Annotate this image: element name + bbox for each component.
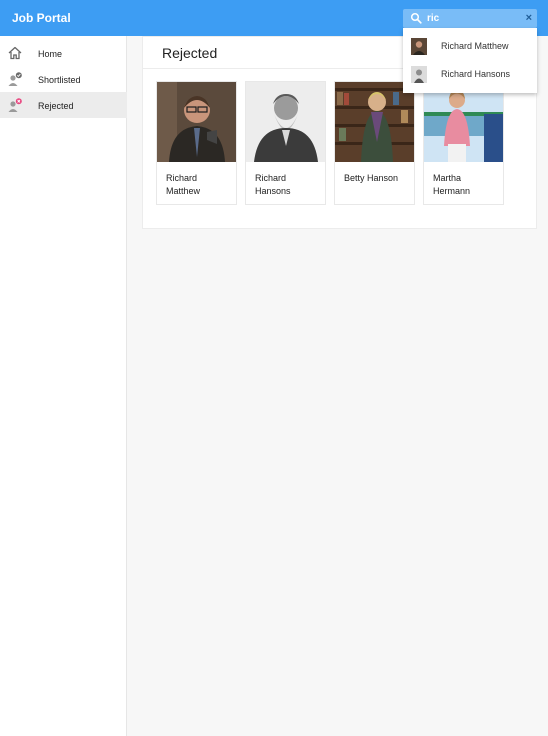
sidebar-item-label: Shortlisted	[38, 75, 81, 85]
suggestion-item[interactable]: Richard Hansons	[403, 59, 537, 87]
sidebar-item-rejected[interactable]: Rejected	[0, 92, 127, 118]
candidate-photo	[424, 82, 503, 162]
candidate-photo	[157, 82, 236, 162]
person-reject-icon	[8, 98, 22, 112]
candidate-card[interactable]: Martha Hermann	[423, 81, 504, 205]
person-check-icon	[8, 72, 22, 86]
candidate-card[interactable]: Richard Matthew	[156, 81, 237, 205]
candidate-photo	[246, 82, 325, 162]
sidebar-item-label: Rejected	[38, 101, 74, 111]
sidebar-item-home[interactable]: Home	[0, 40, 127, 66]
candidate-name: Richard Matthew	[166, 173, 201, 196]
search-box[interactable]: ×	[403, 9, 537, 28]
candidate-name: Martha Hermann	[433, 173, 471, 196]
clear-search-icon[interactable]: ×	[526, 11, 532, 25]
candidate-name: Betty Hanson	[344, 173, 399, 183]
search-icon	[410, 12, 422, 24]
candidate-photo	[335, 82, 414, 162]
search-suggestions-dropdown: Richard Matthew Richard Hansons	[403, 28, 537, 93]
suggestion-label: Richard Matthew	[441, 41, 509, 51]
home-icon	[8, 46, 22, 60]
sidebar: Home Shortlisted Rejected	[0, 36, 127, 736]
candidate-thumbnail	[411, 66, 427, 83]
app-title: Job Portal	[12, 11, 71, 25]
candidate-card[interactable]: Betty Hanson	[334, 81, 415, 205]
suggestion-label: Richard Hansons	[441, 69, 511, 79]
candidate-thumbnail	[411, 38, 427, 55]
sidebar-item-label: Home	[38, 49, 63, 59]
candidate-name: Richard Hansons	[255, 173, 291, 196]
suggestion-item[interactable]: Richard Matthew	[403, 31, 537, 59]
sidebar-item-shortlisted[interactable]: Shortlisted	[0, 66, 127, 92]
page-title: Rejected	[162, 45, 218, 61]
search-input[interactable]	[427, 11, 517, 26]
candidate-card[interactable]: Richard Hansons	[245, 81, 326, 205]
